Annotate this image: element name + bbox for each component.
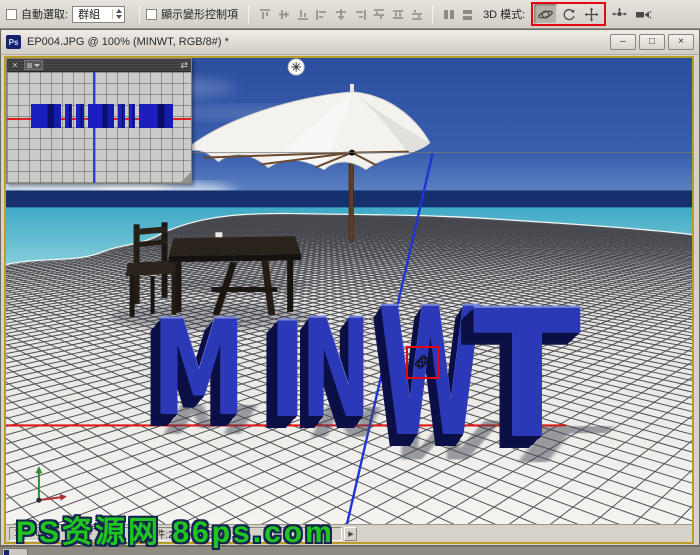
3d-pan-tool-button[interactable] [580, 4, 603, 24]
align-hcenter-icon [334, 8, 348, 21]
align-vcenter-icon [277, 8, 291, 21]
align-right-edges-button[interactable] [350, 5, 369, 23]
mode-3d-label: 3D 模式: [483, 6, 525, 22]
align-top-edges-button[interactable] [255, 5, 274, 23]
status-options-arrow[interactable]: ▶ [344, 527, 357, 541]
distribute-heights-icon [461, 8, 475, 21]
align-bottom-icon [296, 8, 310, 21]
separator [248, 5, 249, 24]
3d-orbit-icon [537, 7, 554, 22]
3d-zoom-icon [634, 8, 652, 21]
top-view-viewport[interactable] [7, 72, 191, 183]
distribute-vcenter-icon [391, 8, 405, 21]
mini-letter-block [76, 104, 84, 128]
photoshop-app-icon: Ps [6, 35, 21, 49]
mini-letter-block [65, 104, 72, 128]
align-left-edges-button[interactable] [312, 5, 331, 23]
align-left-icon [315, 8, 329, 21]
chevron-down-icon [34, 64, 40, 67]
mini-letter-block [118, 104, 125, 128]
close-button[interactable]: × [668, 34, 694, 50]
minimize-button[interactable]: – [610, 34, 636, 50]
secondary-view-header[interactable]: × ⇄ [7, 59, 191, 72]
window-title-bar[interactable]: Ps EP004.JPG @ 100% (MINWT, RGB/8#) * – … [1, 30, 699, 55]
distribute-heights-button[interactable] [458, 5, 477, 23]
separator [139, 5, 140, 24]
auto-select-checkbox[interactable] [6, 9, 17, 20]
show-transform-checkbox[interactable] [146, 9, 157, 20]
annotation-red-box-toolbar [531, 2, 606, 26]
ground-plane-widget-icon [288, 59, 304, 75]
watermark-text: PS资源网 86ps.com [16, 507, 335, 551]
3d-slide-icon [611, 7, 628, 21]
resize-handle[interactable] [180, 172, 191, 183]
align-horizontal-centers-button[interactable] [331, 5, 350, 23]
close-icon[interactable]: × [10, 60, 20, 70]
options-bar: 自動選取: 群組 顯示變形控制項 3D 模式: [0, 0, 700, 29]
mini-letter-block [88, 104, 114, 128]
mini-letter-block [129, 104, 135, 128]
align-vertical-centers-button[interactable] [274, 5, 293, 23]
document-content-frame: M N W T M I N W T [4, 56, 694, 544]
align-bottom-edges-button[interactable] [293, 5, 312, 23]
secondary-view-panel: × ⇄ [6, 58, 192, 184]
3d-slide-tool-button[interactable] [608, 4, 631, 24]
align-top-icon [258, 8, 272, 21]
document-window: Ps EP004.JPG @ 100% (MINWT, RGB/8#) * – … [0, 29, 700, 546]
maximize-button[interactable]: □ [639, 34, 665, 50]
group-dropdown-value: 群組 [78, 6, 108, 22]
separator [432, 5, 433, 24]
ps-mini-icon [4, 550, 9, 555]
annotation-red-box-cursor [406, 346, 439, 379]
group-dropdown[interactable]: 群組 [72, 6, 125, 23]
window-controls: – □ × [610, 34, 694, 50]
distribute-top-icon [372, 8, 386, 21]
window-title: EP004.JPG @ 100% (MINWT, RGB/8#) * [27, 36, 229, 48]
auto-select-label: 自動選取: [21, 6, 68, 22]
show-transform-label: 顯示變形控制項 [161, 6, 238, 22]
distribute-top-edges-button[interactable] [369, 5, 388, 23]
distribute-bottom-icon [410, 8, 424, 21]
3d-roll-tool-button[interactable] [557, 4, 580, 24]
distribute-widths-icon [442, 8, 456, 21]
3d-orbit-tool-button[interactable] [534, 4, 557, 24]
swap-views-icon[interactable]: ⇄ [180, 60, 188, 70]
view-select-button[interactable] [24, 60, 43, 70]
photoshop-screenshot: 自動選取: 群組 顯示變形控制項 3D 模式: [0, 0, 700, 555]
distribute-vertical-centers-button[interactable] [388, 5, 407, 23]
distribute-widths-button[interactable] [439, 5, 458, 23]
mini-letter-block [139, 104, 173, 128]
align-right-icon [353, 8, 367, 21]
3d-pan-icon [584, 7, 599, 22]
distribute-bottom-edges-button[interactable] [407, 5, 426, 23]
furniture-shadow [111, 304, 310, 330]
mini-letter-block [31, 104, 61, 128]
mode-3d-group: 3D 模式: [483, 2, 654, 26]
3d-zoom-tool-button[interactable] [631, 4, 654, 24]
document-canvas[interactable]: M N W T M I N W T [6, 58, 692, 524]
dropdown-arrows-icon [112, 9, 122, 19]
3d-roll-icon [561, 7, 577, 22]
3d-rotate-cursor-icon [408, 348, 437, 377]
